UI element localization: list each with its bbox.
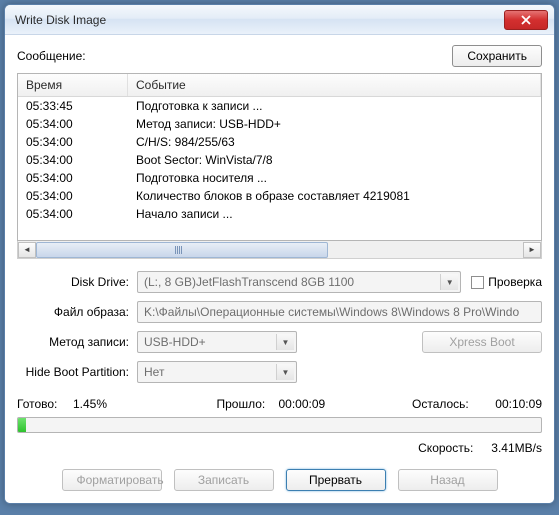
chevron-down-icon[interactable]: ▼ [440, 274, 458, 290]
close-icon [521, 15, 531, 25]
table-row: 05:34:00Подготовка носителя ... [18, 169, 541, 187]
abort-button[interactable]: Прервать [286, 469, 386, 491]
titlebar[interactable]: Write Disk Image [5, 5, 554, 35]
window: Write Disk Image Сообщение: Сохранить Вр… [4, 4, 555, 504]
scroll-left-icon[interactable]: ◄ [18, 242, 36, 258]
hide-boot-value: Нет [144, 365, 164, 379]
table-row: 05:33:45Подготовка к записи ... [18, 97, 541, 115]
image-file-field[interactable]: K:\Файлы\Операционные системы\Windows 8\… [137, 301, 542, 323]
listview-header[interactable]: Время Событие [18, 74, 541, 97]
log-listview[interactable]: Время Событие 05:33:45Подготовка к запис… [17, 73, 542, 241]
write-method-combo[interactable]: USB-HDD+ ▼ [137, 331, 297, 353]
scroll-thumb[interactable] [36, 242, 328, 258]
progress-bar [17, 417, 542, 433]
table-row: 05:34:00C/H/S: 984/255/63 [18, 133, 541, 151]
table-row: 05:34:00Количество блоков в образе соста… [18, 187, 541, 205]
table-row: 05:34:00Начало записи ... [18, 205, 541, 223]
message-label: Сообщение: [17, 49, 452, 63]
col-header-event[interactable]: Событие [128, 74, 541, 96]
speed-value: 3.41MB/s [491, 441, 542, 455]
table-row: 05:34:00Метод записи: USB-HDD+ [18, 115, 541, 133]
listview-body: 05:33:45Подготовка к записи ... 05:34:00… [18, 97, 541, 240]
speed-label: Скорость: [418, 441, 473, 455]
scroll-track[interactable] [36, 242, 523, 258]
disk-drive-label: Disk Drive: [17, 275, 137, 289]
progress-fill [18, 418, 26, 432]
col-header-time[interactable]: Время [18, 74, 128, 96]
chevron-down-icon[interactable]: ▼ [276, 364, 294, 380]
verify-checkbox[interactable] [471, 276, 484, 289]
close-button[interactable] [504, 10, 548, 30]
scroll-right-icon[interactable]: ► [523, 242, 541, 258]
image-file-value: K:\Файлы\Операционные системы\Windows 8\… [144, 305, 519, 319]
write-button[interactable]: Записать [174, 469, 274, 491]
save-button[interactable]: Сохранить [452, 45, 542, 67]
xpress-boot-button[interactable]: Xpress Boot [422, 331, 542, 353]
hide-boot-combo[interactable]: Нет ▼ [137, 361, 297, 383]
table-row: 05:34:00Boot Sector: WinVista/7/8 [18, 151, 541, 169]
write-method-label: Метод записи: [17, 335, 137, 349]
disk-drive-combo[interactable]: (L:, 8 GB)JetFlashTranscend 8GB 1100 ▼ [137, 271, 461, 293]
back-button[interactable]: Назад [398, 469, 498, 491]
client-area: Сообщение: Сохранить Время Событие 05:33… [5, 35, 554, 503]
format-button[interactable]: Форматировать [62, 469, 162, 491]
image-file-label: Файл образа: [17, 305, 137, 319]
elapsed-value: 00:00:09 [279, 397, 359, 411]
chevron-down-icon[interactable]: ▼ [276, 334, 294, 350]
remain-value: 00:10:09 [482, 397, 542, 411]
hide-boot-label: Hide Boot Partition: [17, 365, 137, 379]
window-title: Write Disk Image [11, 13, 504, 27]
horizontal-scrollbar[interactable]: ◄ ► [17, 241, 542, 259]
done-label: Готово: [17, 397, 73, 411]
done-value: 1.45% [73, 397, 163, 411]
remain-label: Осталось: [412, 397, 482, 411]
disk-drive-value: (L:, 8 GB)JetFlashTranscend 8GB 1100 [144, 275, 354, 289]
write-method-value: USB-HDD+ [144, 335, 206, 349]
verify-label: Проверка [488, 275, 542, 289]
elapsed-label: Прошло: [217, 397, 279, 411]
